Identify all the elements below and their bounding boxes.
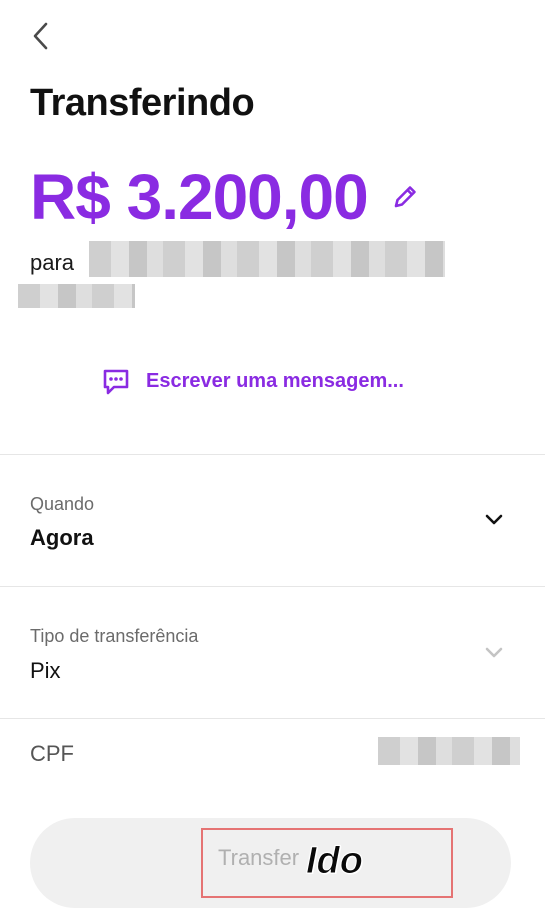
when-selector[interactable] [0, 455, 545, 585]
recipient-detail-redacted [18, 284, 135, 308]
page-title: Transferindo [30, 82, 255, 124]
back-button[interactable] [26, 18, 58, 54]
transfer-amount: R$ 3.200,00 [30, 161, 369, 233]
chat-bubble-icon [103, 369, 129, 395]
overlay-text: Ido [306, 840, 364, 883]
cpf-value-redacted [378, 737, 520, 765]
transfer-type-selector[interactable] [0, 587, 545, 717]
divider [0, 718, 545, 719]
chevron-down-icon [485, 514, 503, 525]
chevron-down-icon [485, 647, 503, 658]
write-message-button[interactable]: Escrever uma mensagem... [100, 365, 404, 397]
when-value: Agora [30, 525, 94, 550]
pencil-icon [394, 186, 416, 208]
edit-amount-button[interactable] [388, 180, 422, 214]
transfer-type-value: Pix [30, 658, 61, 683]
write-message-label: Escrever uma mensagem... [146, 369, 404, 392]
amount-row: R$ 3.200,00 [30, 160, 422, 234]
transfer-type-label: Tipo de transferência [30, 626, 199, 646]
cpf-label: CPF [30, 741, 74, 766]
chevron-left-icon [33, 22, 48, 50]
when-label: Quando [30, 494, 95, 514]
recipient-name-redacted [89, 241, 445, 277]
recipient-prefix: para [30, 250, 75, 275]
